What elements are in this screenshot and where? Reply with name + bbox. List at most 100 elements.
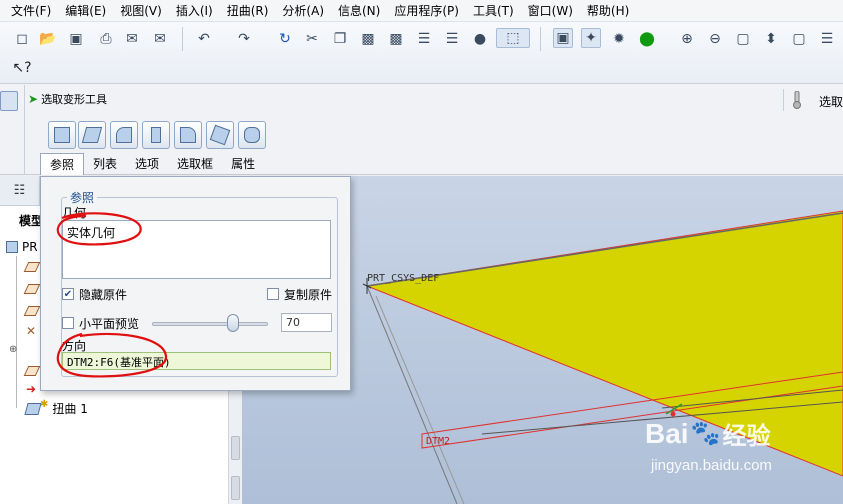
- splitter-handle[interactable]: [231, 476, 240, 500]
- warp-tool-button[interactable]: [78, 121, 106, 149]
- tree-expand-toggle[interactable]: ⊕: [9, 344, 17, 355]
- regenerate-icon[interactable]: ↻: [275, 29, 295, 49]
- thermometer-icon[interactable]: [792, 91, 802, 109]
- tab-references[interactable]: 参照: [40, 153, 85, 175]
- stretch-icon: [151, 127, 161, 143]
- bend-tool-button[interactable]: [174, 121, 202, 149]
- selection-box-icon[interactable]: ⬚: [496, 28, 530, 48]
- spine-icon: [116, 127, 132, 143]
- facet-preview-checkbox[interactable]: [62, 317, 74, 329]
- bend-icon: [180, 127, 196, 143]
- menu-help[interactable]: 帮助(H): [580, 0, 636, 22]
- new-file-icon[interactable]: ◻: [12, 29, 32, 49]
- copy-original-label: 复制原件: [284, 288, 333, 302]
- zoom-out-icon[interactable]: ⊖: [705, 29, 725, 49]
- hide-original-checkbox[interactable]: ✔: [62, 288, 74, 300]
- tree-item-datum-1[interactable]: [23, 262, 41, 272]
- menu-view[interactable]: 视图(V): [113, 0, 169, 22]
- tree-item-csys[interactable]: ✕: [26, 324, 36, 338]
- tree-connector-line: [16, 256, 17, 408]
- dashboard-divider: [24, 85, 25, 175]
- tab-marquee[interactable]: 选取框: [168, 153, 222, 175]
- sculpt-icon: [244, 127, 260, 143]
- csys-label: PRT_CSYS_DEF: [367, 273, 439, 284]
- menu-info[interactable]: 信息(N): [331, 0, 387, 22]
- datum-axis-display-icon[interactable]: ✦: [581, 28, 601, 48]
- slider-thumb[interactable]: [227, 314, 240, 332]
- menu-tools[interactable]: 工具(T): [466, 0, 521, 22]
- shading-sphere-icon[interactable]: ⬤: [637, 29, 657, 49]
- warp-feature-icon: [24, 402, 42, 415]
- stretch-tool-button[interactable]: [142, 121, 170, 149]
- datum-plane-display-icon[interactable]: ▣: [553, 28, 573, 48]
- layers-icon[interactable]: ☰: [817, 29, 837, 49]
- tab-list[interactable]: 列表: [84, 153, 126, 175]
- datum-dtm2-label: DTM2: [426, 436, 450, 447]
- toolbar-separator: [182, 27, 183, 51]
- tab-options[interactable]: 选项: [126, 153, 168, 175]
- datum-plane-icon: [23, 366, 41, 376]
- twist-tool-button[interactable]: [206, 121, 234, 149]
- menu-edit[interactable]: 编辑(E): [58, 0, 113, 22]
- insert-here-arrow[interactable]: ➜: [26, 382, 36, 396]
- copy-icon[interactable]: ❐: [330, 29, 350, 49]
- tree-item-datum-2[interactable]: [23, 284, 41, 294]
- tree-item-datum-3[interactable]: [23, 306, 41, 316]
- green-arrow-icon: ➤: [28, 92, 39, 106]
- model-tree-tab[interactable]: ☷: [0, 176, 40, 206]
- geometry-value[interactable]: 实体几何: [67, 226, 115, 240]
- direction-collector[interactable]: DTM2:F6(基准平面): [62, 352, 331, 370]
- facet-preview-label: 小平面预览: [79, 317, 140, 331]
- context-help-icon[interactable]: ↖?: [12, 58, 32, 78]
- save-icon[interactable]: ▣: [66, 29, 86, 49]
- splitter-handle[interactable]: [231, 436, 240, 460]
- zoom-in-icon[interactable]: ⊕: [677, 29, 697, 49]
- find-binoculars-icon[interactable]: ●: [470, 29, 490, 49]
- facet-preview-value[interactable]: 70: [281, 313, 332, 332]
- paste-special-icon[interactable]: ▩: [386, 29, 406, 49]
- new-feature-star-icon: ✱: [40, 399, 49, 410]
- print-icon[interactable]: ⎙: [96, 29, 116, 49]
- tree-item-warp[interactable]: ✱ 扭曲 1: [24, 399, 88, 417]
- tab-properties[interactable]: 属性: [222, 153, 264, 175]
- menu-file[interactable]: 文件(F): [4, 0, 58, 22]
- redo-icon[interactable]: ↷: [234, 29, 254, 49]
- sculpt-tool-button[interactable]: [238, 121, 266, 149]
- copy-original-checkbox[interactable]: [267, 288, 279, 300]
- mail-attach-icon[interactable]: ✉: [150, 29, 170, 49]
- feature-list-icon[interactable]: ☰: [414, 29, 434, 49]
- tree-root-label: PR: [22, 240, 38, 254]
- menu-window[interactable]: 窗口(W): [521, 0, 580, 22]
- regenerate-manager-icon[interactable]: ☰: [442, 29, 462, 49]
- datum-point-display-icon[interactable]: ✹: [609, 29, 629, 49]
- reorient-icon[interactable]: ⬍: [761, 29, 781, 49]
- warp-icon: [81, 127, 103, 143]
- datum-plane-icon: [23, 306, 41, 316]
- saved-views-icon[interactable]: ▢: [789, 29, 809, 49]
- model-tree-icon: ☷: [13, 183, 26, 198]
- part-icon: [6, 241, 18, 253]
- menu-warp[interactable]: 扭曲(R): [220, 0, 276, 22]
- menu-analysis[interactable]: 分析(A): [275, 0, 331, 22]
- transform-tool-button[interactable]: [48, 121, 76, 149]
- send-mail-icon[interactable]: ✉: [122, 29, 142, 49]
- watermark-logo: Bai 🐾 经验: [645, 416, 772, 451]
- select-button[interactable]: 选取: [819, 93, 843, 110]
- paste-icon[interactable]: ▩: [358, 29, 378, 49]
- twist-icon: [209, 124, 231, 146]
- facet-preview-slider[interactable]: [152, 322, 268, 326]
- references-panel: 参照 几何 实体几何 ✔ 隐藏原件 复制原件 小平面预览 70 方向 DTM2:…: [40, 176, 351, 391]
- open-file-icon[interactable]: 📂: [38, 29, 58, 49]
- tree-item-datum-4[interactable]: [23, 366, 41, 376]
- spine-tool-button[interactable]: [110, 121, 138, 149]
- datum-plane-icon: [23, 262, 41, 272]
- menu-insert[interactable]: 插入(I): [169, 0, 220, 22]
- refit-icon[interactable]: ▢: [733, 29, 753, 49]
- geometry-collector[interactable]: 实体几何: [62, 220, 331, 279]
- cut-icon[interactable]: ✂: [302, 29, 322, 49]
- watermark-brand-left: Bai: [645, 417, 689, 449]
- direction-value[interactable]: DTM2:F6(基准平面): [67, 356, 171, 369]
- undo-icon[interactable]: ↶: [194, 29, 214, 49]
- tree-root[interactable]: PR: [6, 240, 38, 254]
- menu-applications[interactable]: 应用程序(P): [387, 0, 466, 22]
